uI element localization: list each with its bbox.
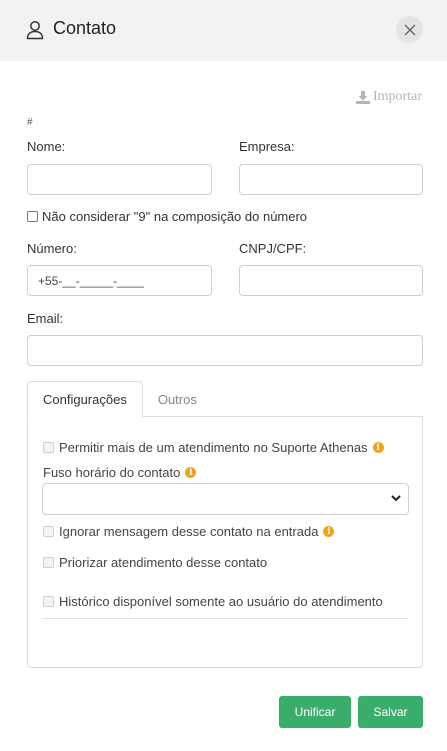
email-input[interactable] [27, 335, 423, 366]
settings-panel: Permitir mais de um atendimento no Supor… [27, 416, 423, 668]
close-icon [404, 24, 415, 35]
company-label: Empresa: [239, 139, 295, 154]
ninth-digit-label: Não considerar "9" na composição do núme… [42, 209, 308, 224]
prioritize-option[interactable]: Priorizar atendimento desse contato [43, 555, 267, 570]
save-button[interactable]: Salvar [358, 696, 423, 728]
modal-header: Contato [0, 0, 447, 61]
cnpj-input[interactable] [239, 265, 423, 296]
name-input[interactable] [27, 164, 212, 195]
timezone-select[interactable] [42, 483, 409, 515]
ignore-messages-label: Ignorar mensagem desse contato na entrad… [59, 524, 319, 539]
timezone-label-row: Fuso horário do contato i [43, 465, 197, 480]
info-icon[interactable]: i [185, 467, 197, 478]
merge-button[interactable]: Unificar [279, 696, 351, 728]
history-option[interactable]: Histórico disponível somente ao usuário … [43, 594, 383, 609]
timezone-label: Fuso horário do contato [43, 465, 181, 480]
email-label: Email: [27, 311, 64, 326]
user-icon [26, 21, 44, 40]
name-label: Nome: [27, 139, 66, 154]
import-button[interactable]: Importar [356, 89, 422, 105]
tab-bar: Configurações Outros [27, 381, 212, 417]
cnpj-label: CNPJ/CPF: [239, 241, 307, 256]
history-checkbox[interactable] [43, 596, 54, 607]
prioritize-checkbox[interactable] [43, 557, 54, 568]
number-input[interactable] [27, 265, 212, 296]
download-icon [356, 90, 370, 104]
close-button[interactable] [396, 16, 423, 43]
allow-multiple-checkbox[interactable] [43, 442, 54, 453]
ignore-messages-checkbox[interactable] [43, 526, 54, 537]
allow-multiple-option[interactable]: Permitir mais de um atendimento no Supor… [43, 440, 384, 455]
allow-multiple-label: Permitir mais de um atendimento no Supor… [59, 440, 368, 455]
hash-mark: # [27, 117, 33, 128]
ignore-messages-option[interactable]: Ignorar mensagem desse contato na entrad… [43, 524, 335, 539]
ninth-digit-checkbox[interactable] [27, 211, 38, 222]
info-icon[interactable]: i [372, 442, 384, 453]
number-label: Número: [27, 241, 77, 256]
company-input[interactable] [239, 164, 423, 195]
import-label: Importar [373, 89, 422, 104]
tab-configuracoes[interactable]: Configurações [27, 381, 143, 417]
ninth-digit-option[interactable]: Não considerar "9" na composição do núme… [27, 209, 307, 224]
divider [42, 618, 409, 619]
modal-title: Contato [53, 18, 117, 38]
history-label: Histórico disponível somente ao usuário … [59, 594, 383, 609]
prioritize-label: Priorizar atendimento desse contato [59, 555, 268, 570]
tab-outros[interactable]: Outros [143, 381, 212, 417]
info-icon[interactable]: i [323, 526, 335, 537]
chevron-down-icon [391, 495, 401, 502]
